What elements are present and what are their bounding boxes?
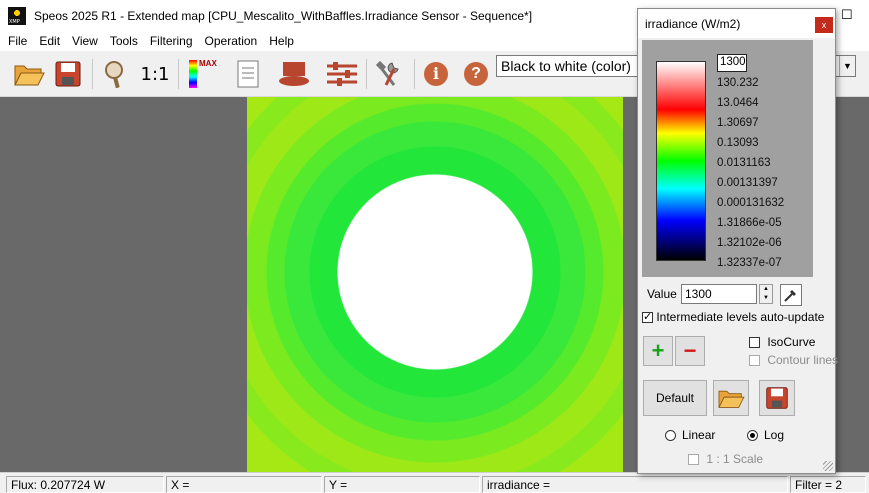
toolbar-separator bbox=[366, 59, 367, 89]
layer-icon[interactable] bbox=[277, 57, 311, 91]
value-stepper[interactable]: ▲ ▼ bbox=[759, 284, 773, 304]
default-button[interactable]: Default bbox=[643, 380, 707, 416]
app-logo-icon bbox=[8, 6, 26, 25]
auto-update-checkbox[interactable] bbox=[642, 310, 653, 324]
open-folder-icon bbox=[718, 390, 745, 408]
zoom-1-1-icon[interactable]: 1:1 bbox=[138, 57, 172, 91]
toolbar-separator bbox=[92, 59, 93, 89]
help-icon[interactable]: ? bbox=[459, 57, 493, 91]
palette-selected-value: Black to white (color) bbox=[501, 58, 631, 74]
isocurve-checkbox[interactable] bbox=[749, 337, 760, 349]
save-palette-button[interactable] bbox=[759, 380, 795, 416]
help-label: ? bbox=[464, 62, 488, 86]
legend-label: 0.13093 bbox=[717, 137, 759, 149]
menu-operation[interactable]: Operation bbox=[199, 34, 264, 48]
legend-label: 130.232 bbox=[717, 77, 759, 89]
isocurve-label: IsoCurve bbox=[767, 335, 816, 349]
color-gradient-bar[interactable] bbox=[656, 61, 706, 261]
close-button[interactable]: x bbox=[815, 17, 833, 33]
stepper-down-icon[interactable]: ▼ bbox=[760, 294, 772, 303]
status-filter: Filter = 2 bbox=[790, 476, 866, 493]
zoom-1-1-label: 1:1 bbox=[140, 63, 170, 85]
zoom-icon[interactable] bbox=[99, 57, 133, 91]
panel-header: irradiance (W/m2) x bbox=[638, 9, 835, 38]
auto-update-label: Intermediate levels auto-update bbox=[656, 310, 825, 324]
menu-edit[interactable]: Edit bbox=[33, 34, 66, 48]
status-x: X = bbox=[166, 476, 322, 493]
tools-icon[interactable] bbox=[372, 57, 406, 91]
legend-label: 1.32337e-07 bbox=[717, 257, 782, 269]
log-label: Log bbox=[764, 428, 785, 442]
menu-file[interactable]: File bbox=[0, 34, 33, 48]
toolbar-separator bbox=[414, 59, 415, 89]
color-legend: 1300 130.232 13.0464 1.30697 0.13093 0.0… bbox=[642, 40, 813, 277]
toolbar-separator bbox=[178, 59, 179, 89]
one-to-one-label: 1 : 1 Scale bbox=[706, 452, 764, 466]
contour-lines-row: Contour lines bbox=[749, 353, 838, 367]
color-scale-max-icon[interactable]: MAX bbox=[186, 57, 220, 91]
one-to-one-checkbox bbox=[688, 454, 699, 466]
maximize-button[interactable]: ☐ bbox=[841, 7, 853, 23]
menu-tools[interactable]: Tools bbox=[104, 34, 144, 48]
eyedropper-icon[interactable] bbox=[780, 284, 802, 306]
legend-label: 1.31866e-05 bbox=[717, 217, 782, 229]
status-irradiance: irradiance = bbox=[482, 476, 788, 493]
isocurve-row[interactable]: IsoCurve bbox=[749, 335, 815, 349]
legend-max-value[interactable]: 1300 bbox=[717, 54, 747, 72]
linear-label: Linear bbox=[682, 428, 716, 442]
sliders-icon[interactable] bbox=[325, 57, 359, 91]
info-label: i bbox=[424, 62, 448, 86]
linear-radio[interactable] bbox=[665, 430, 676, 442]
save-icon[interactable] bbox=[51, 57, 85, 91]
open-folder-icon[interactable] bbox=[12, 57, 46, 91]
stepper-up-icon[interactable]: ▲ bbox=[760, 285, 772, 294]
menu-filtering[interactable]: Filtering bbox=[144, 34, 199, 48]
color-scale-panel: irradiance (W/m2) x 1300 130.232 13.0464… bbox=[637, 8, 838, 474]
auto-update-row[interactable]: Intermediate levels auto-update bbox=[642, 310, 824, 324]
info-icon[interactable]: i bbox=[419, 57, 453, 91]
one-to-one-scale-row: 1 : 1 Scale bbox=[688, 452, 763, 466]
window-title: Speos 2025 R1 - Extended map [CPU_Mescal… bbox=[34, 8, 533, 23]
status-flux: Flux: 0.207724 W bbox=[6, 476, 164, 493]
log-radio[interactable] bbox=[747, 430, 758, 442]
legend-label: 1.32102e-06 bbox=[717, 237, 782, 249]
value-input[interactable]: 1300 bbox=[681, 284, 757, 304]
irradiance-map-image[interactable] bbox=[247, 97, 623, 472]
legend-label: 1.30697 bbox=[717, 117, 759, 129]
legend-label: 0.0131163 bbox=[717, 157, 771, 169]
menu-view[interactable]: View bbox=[66, 34, 104, 48]
status-y: Y = bbox=[324, 476, 480, 493]
legend-label: 0.00131397 bbox=[717, 177, 778, 189]
report-icon[interactable] bbox=[231, 57, 265, 91]
add-level-button[interactable]: + bbox=[643, 336, 673, 366]
legend-label: 0.000131632 bbox=[717, 197, 785, 209]
panel-title: irradiance (W/m2) bbox=[645, 17, 741, 31]
linear-radio-row[interactable]: Linear bbox=[665, 428, 715, 442]
log-radio-row[interactable]: Log bbox=[747, 428, 784, 442]
status-bar: Flux: 0.207724 W X = Y = irradiance = Fi… bbox=[0, 472, 869, 493]
remove-level-button[interactable]: − bbox=[675, 336, 705, 366]
chevron-down-icon[interactable]: ▼ bbox=[839, 56, 855, 76]
save-icon bbox=[766, 387, 788, 409]
value-label: Value bbox=[647, 287, 677, 301]
contour-lines-label: Contour lines bbox=[767, 353, 839, 367]
legend-label: 13.0464 bbox=[717, 97, 759, 109]
contour-lines-checkbox bbox=[749, 355, 760, 367]
menu-help[interactable]: Help bbox=[263, 34, 300, 48]
resize-grip-icon[interactable] bbox=[823, 461, 833, 471]
max-label: MAX bbox=[199, 59, 217, 68]
load-palette-button[interactable] bbox=[713, 380, 749, 416]
